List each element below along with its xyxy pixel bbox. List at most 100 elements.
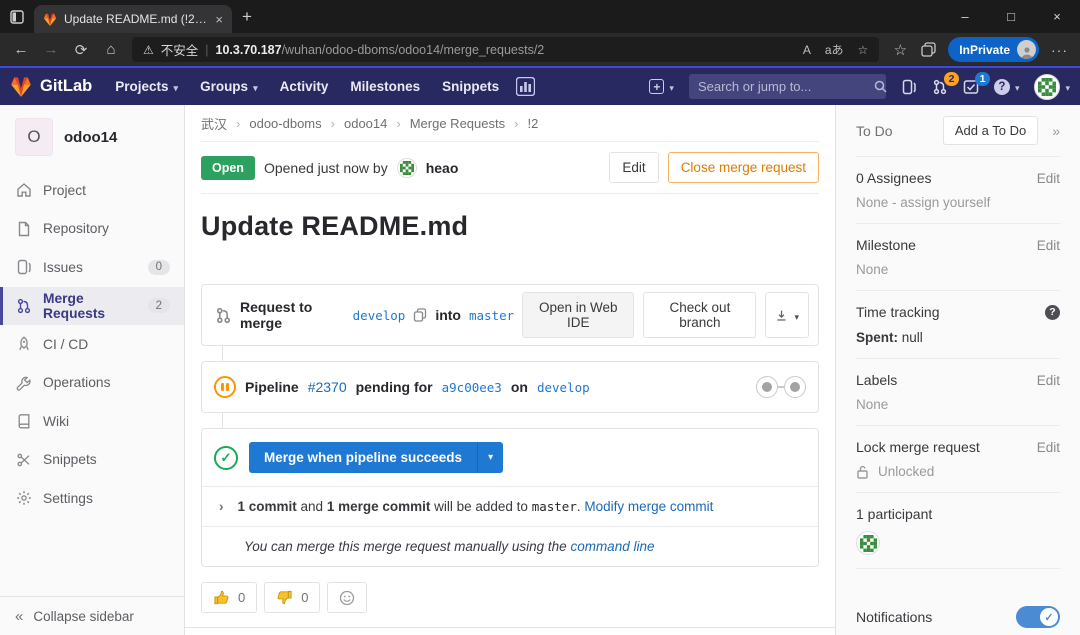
breadcrumb-item[interactable]: odoo-dboms bbox=[227, 116, 322, 131]
breadcrumb-item[interactable]: !2 bbox=[505, 116, 538, 131]
participants-block: 1 participant bbox=[856, 493, 1060, 569]
participant-avatar[interactable] bbox=[856, 531, 880, 555]
pipeline-id-link[interactable]: #2370 bbox=[308, 379, 347, 395]
new-menu-button[interactable]: + bbox=[649, 78, 674, 96]
nav-link-projects[interactable]: Projects bbox=[104, 68, 189, 105]
add-todo-button[interactable]: Add a To Do bbox=[943, 116, 1038, 145]
commit-sha-link[interactable]: a9c00ee3 bbox=[442, 380, 502, 395]
pipeline-label: Pipeline bbox=[245, 379, 299, 395]
merge-when-pipeline-succeeds-button[interactable]: Merge when pipeline succeeds ▾ bbox=[249, 442, 503, 473]
sidebar-item-snippets[interactable]: Snippets bbox=[0, 441, 184, 480]
sidebar-item-wiki[interactable]: Wiki bbox=[0, 402, 184, 441]
merge-requests-nav-icon[interactable]: 2 bbox=[932, 79, 948, 95]
favorites-icon[interactable]: ☆ bbox=[891, 41, 909, 59]
source-branch-link[interactable]: develop bbox=[353, 308, 406, 323]
into-text: into bbox=[435, 307, 461, 323]
sidebar-item-label: Operations bbox=[43, 375, 111, 390]
sidebar-item-repository[interactable]: Repository bbox=[0, 210, 184, 249]
project-context[interactable]: O odoo14 bbox=[0, 105, 184, 171]
help-menu-button[interactable]: ? bbox=[994, 78, 1020, 96]
author-avatar[interactable] bbox=[397, 158, 417, 178]
milestone-block: MilestoneEdit None bbox=[856, 224, 1060, 291]
time-tracking-help-icon[interactable]: ? bbox=[1045, 305, 1060, 320]
browser-menu-icon[interactable]: ··· bbox=[1051, 42, 1068, 58]
pipeline-mini-graph[interactable] bbox=[756, 376, 806, 398]
back-icon[interactable]: ← bbox=[12, 41, 30, 58]
translate-icon[interactable]: aあ bbox=[825, 41, 844, 58]
pipeline-branch-link[interactable]: develop bbox=[537, 380, 590, 395]
lock-edit-link[interactable]: Edit bbox=[1037, 440, 1060, 455]
collections-icon[interactable] bbox=[921, 42, 936, 57]
mergeable-check-icon: ✓ bbox=[214, 446, 238, 470]
nav-link-milestones[interactable]: Milestones bbox=[339, 68, 431, 105]
pipeline-stage-icon[interactable] bbox=[784, 376, 806, 398]
add-favorite-icon[interactable]: ☆ bbox=[858, 43, 869, 57]
target-branch-link[interactable]: master bbox=[469, 308, 514, 323]
search-input[interactable] bbox=[698, 79, 874, 94]
global-search[interactable] bbox=[689, 74, 886, 99]
assignees-value[interactable]: None - assign yourself bbox=[856, 195, 1060, 210]
todos-nav-icon[interactable]: 1 bbox=[963, 79, 979, 95]
participants-label: 1 participant bbox=[856, 506, 932, 522]
notifications-toggle[interactable]: ✓ bbox=[1016, 606, 1060, 628]
nav-link-activity[interactable]: Activity bbox=[269, 68, 340, 105]
sidebar-item-operations[interactable]: Operations bbox=[0, 364, 184, 403]
url-field[interactable]: ⚠ 不安全 | 10.3.70.187/wuhan/odoo-dboms/odo… bbox=[132, 37, 879, 62]
labels-edit-link[interactable]: Edit bbox=[1037, 373, 1060, 388]
modify-merge-commit-link[interactable]: Modify merge commit bbox=[584, 499, 713, 514]
checkout-branch-button[interactable]: Check out branch bbox=[643, 292, 756, 338]
sidebar-item-project[interactable]: Project bbox=[0, 171, 184, 210]
breadcrumb-item[interactable]: Merge Requests bbox=[387, 116, 505, 131]
author-name[interactable]: heao bbox=[426, 160, 459, 176]
browser-tab[interactable]: Update README.md (!2) · Merge × bbox=[34, 5, 232, 33]
inprivate-badge[interactable]: InPrivate bbox=[948, 37, 1039, 62]
collapse-sidebar-button[interactable]: Collapse sidebar bbox=[0, 596, 184, 635]
pipeline-pending-icon[interactable] bbox=[214, 376, 236, 398]
sidebar-item-issues[interactable]: Issues0 bbox=[0, 248, 184, 287]
sidebar-item-merge-requests[interactable]: Merge Requests2 bbox=[0, 287, 184, 326]
time-tracking-block: Time tracking? Spent: null bbox=[856, 291, 1060, 359]
nav-link-groups[interactable]: Groups bbox=[189, 68, 269, 105]
pipeline-stage-icon[interactable] bbox=[756, 376, 778, 398]
open-web-ide-button[interactable]: Open in Web IDE bbox=[522, 292, 634, 338]
command-line-link[interactable]: command line bbox=[570, 539, 654, 554]
project-sidebar: O odoo14 ProjectRepositoryIssues0Merge R… bbox=[0, 105, 185, 635]
home-icon[interactable]: ⌂ bbox=[102, 41, 120, 58]
thumbsup-button[interactable]: 0 bbox=[201, 582, 257, 613]
close-button[interactable]: × bbox=[1034, 0, 1080, 33]
gitlab-brand-text[interactable]: GitLab bbox=[40, 77, 92, 96]
add-emoji-button[interactable] bbox=[327, 582, 367, 613]
pipeline-widget: Pipeline #2370 pending for a9c00ee3 on d… bbox=[201, 361, 819, 413]
gitlab-logo[interactable] bbox=[10, 76, 32, 97]
new-tab-button[interactable]: + bbox=[232, 0, 262, 33]
sidebar-item-label: Settings bbox=[43, 491, 93, 506]
labels-title: Labels bbox=[856, 372, 897, 388]
download-dropdown-button[interactable] bbox=[765, 292, 809, 338]
close-merge-request-button[interactable]: Close merge request bbox=[668, 152, 819, 183]
thumbsdown-button[interactable]: 0 bbox=[264, 582, 320, 613]
minimize-button[interactable]: – bbox=[942, 0, 988, 33]
maximize-button[interactable]: □ bbox=[988, 0, 1034, 33]
tab-close-icon[interactable]: × bbox=[215, 12, 223, 27]
expand-chevron-icon[interactable] bbox=[214, 499, 238, 514]
breadcrumb-item[interactable]: odoo14 bbox=[322, 116, 388, 131]
collapse-right-sidebar-icon[interactable] bbox=[1052, 123, 1060, 139]
tab-layout-icon[interactable] bbox=[0, 0, 34, 33]
issues-nav-icon[interactable] bbox=[901, 79, 917, 95]
milestone-edit-link[interactable]: Edit bbox=[1037, 238, 1060, 253]
merge-options-caret[interactable]: ▾ bbox=[477, 442, 503, 473]
copy-branch-icon[interactable] bbox=[413, 308, 427, 322]
user-menu-button[interactable] bbox=[1034, 74, 1070, 100]
sidebar-item-settings[interactable]: Settings bbox=[0, 479, 184, 518]
sidebar-item-ci-cd[interactable]: CI / CD bbox=[0, 325, 184, 364]
breadcrumb: 武汉odoo-dbomsodoo14Merge Requests!2 bbox=[201, 105, 819, 142]
home-icon bbox=[16, 182, 32, 198]
assignees-edit-link[interactable]: Edit bbox=[1037, 171, 1060, 186]
read-aloud-icon[interactable]: A bbox=[803, 43, 811, 57]
nav-link-snippets[interactable]: Snippets bbox=[431, 68, 510, 105]
refresh-icon[interactable]: ⟳ bbox=[72, 41, 90, 59]
edit-button[interactable]: Edit bbox=[609, 152, 658, 183]
breadcrumb-item[interactable]: 武汉 bbox=[201, 114, 227, 133]
opened-text: Opened just now by bbox=[264, 160, 388, 176]
chart-icon[interactable] bbox=[516, 77, 535, 96]
